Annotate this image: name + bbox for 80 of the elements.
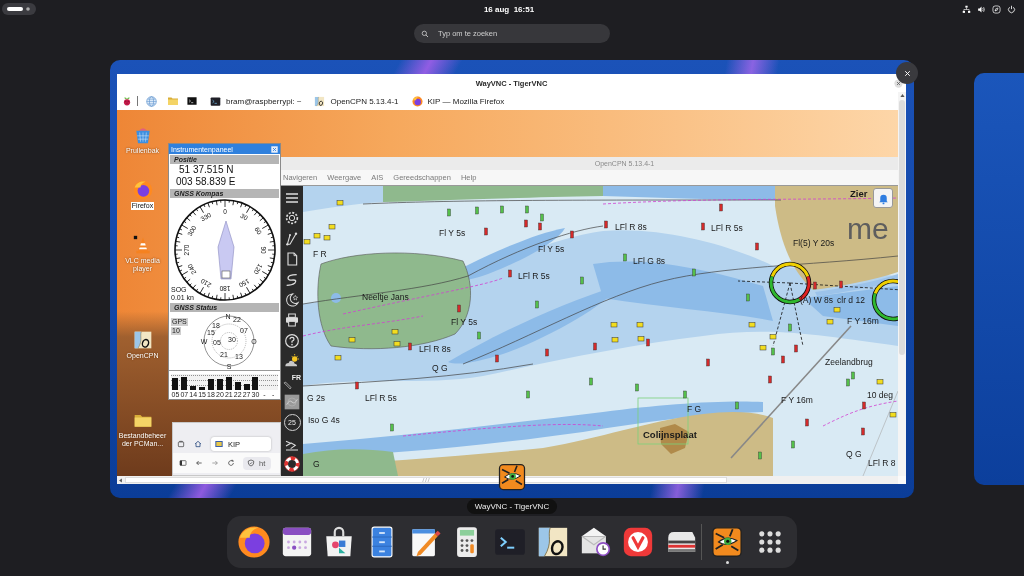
globe-flame-icon[interactable] (237, 525, 271, 559)
signal-track (259, 374, 269, 390)
settings-icon[interactable] (284, 210, 300, 227)
leaf-icon[interactable] (992, 4, 1001, 14)
shield-icon (247, 459, 255, 467)
map-label: Zier (850, 189, 868, 199)
globe-flame-icon (411, 95, 423, 107)
terminal-icon (210, 95, 221, 107)
map-label: Iso G 4s (308, 415, 340, 425)
globe-flame-icon[interactable] (132, 180, 153, 200)
workspace-indicator-icon[interactable] (2, 3, 36, 15)
map-label: Q G (432, 363, 448, 373)
taskbar-button[interactable]: OpenCPN 5.13.4-1 (314, 95, 399, 107)
map-label: LFl R 8 (868, 458, 896, 468)
map-label: F R (313, 249, 327, 259)
longitude-value: 003 58.839 E (175, 176, 237, 188)
close-icon (902, 68, 912, 78)
volume-icon[interactable] (977, 4, 986, 14)
map-label: clr d 12 (837, 295, 865, 305)
search-icon (421, 29, 429, 38)
map-label: 10 deg (867, 390, 893, 400)
horizontal-scrollbar[interactable] (117, 476, 898, 484)
map-label: LFl G 8s (633, 256, 666, 266)
map-label: F Y 16m (781, 395, 813, 405)
taskbar-button[interactable]: KIP — Mozilla Firefox (411, 95, 505, 107)
taskbar-button[interactable]: bram@raspberrypi: ~ (210, 95, 302, 107)
favicon-icon (215, 440, 223, 448)
map-label: Colijnsplaat (643, 430, 697, 440)
network-icon[interactable] (962, 4, 971, 14)
chart-icon[interactable] (132, 330, 153, 350)
map-label: (A) W 8s (800, 295, 834, 305)
power-icon[interactable] (1007, 4, 1016, 14)
back-icon[interactable] (195, 459, 203, 467)
menu-icon[interactable] (284, 190, 300, 206)
tab-list-icon[interactable] (177, 440, 185, 448)
map-label: LFl R 5s (518, 271, 550, 281)
graph-tile-icon[interactable] (284, 393, 300, 410)
terminal-icon[interactable] (187, 96, 197, 106)
notification-button[interactable] (873, 188, 893, 208)
route-icon[interactable] (284, 230, 300, 247)
map-label: G (313, 459, 320, 469)
map-label: Fl(5) Y 20s (793, 238, 835, 248)
document-icon[interactable] (284, 251, 300, 268)
help-icon[interactable] (284, 332, 300, 349)
map-label: Fl Y 5s (439, 228, 466, 238)
map-label: F G (687, 404, 702, 414)
traffic-cone-icon[interactable] (132, 235, 153, 255)
map-label: LFl R 5s (365, 393, 397, 403)
map-label: Fl Y 5s (538, 244, 565, 254)
home-icon[interactable] (194, 440, 202, 448)
scroll-arrow-icon[interactable] (898, 92, 906, 99)
printer-icon[interactable] (284, 312, 300, 329)
map-label: LFl R 5s (711, 223, 743, 233)
sidebar-icon[interactable] (179, 459, 187, 467)
map-label: me (847, 214, 889, 244)
map-label: Zeelandbrug (825, 357, 873, 367)
curve-icon[interactable] (284, 271, 300, 288)
ruler-icon (283, 380, 292, 390)
tooltip: WayVNC - TigerVNC (466, 499, 558, 514)
scroll-arrow-icon[interactable] (117, 476, 124, 484)
raspberry-icon[interactable] (122, 96, 132, 106)
tiger-eye-icon[interactable] (710, 525, 745, 559)
close-button[interactable] (896, 62, 918, 84)
grip-icon[interactable] (420, 478, 432, 482)
latitude-value: 51 37.515 N (178, 164, 235, 176)
map-label: Q G (846, 449, 862, 459)
chart-icon (314, 95, 326, 107)
map-label: LFl R 8s (615, 222, 647, 232)
signal-track (268, 374, 278, 390)
vertical-scrollbar[interactable] (898, 92, 906, 476)
tiger-eye-icon (497, 462, 527, 492)
moon-star-icon[interactable] (284, 291, 300, 308)
map-label: G 2s (307, 393, 325, 403)
clock[interactable]: 16 aug 16:51 (483, 4, 535, 14)
map-label: Neeltje Jans (362, 292, 409, 302)
map-label: LFl R 8s (419, 344, 451, 354)
lifebuoy-icon[interactable] (284, 456, 300, 473)
compass-needle (217, 220, 235, 280)
map-label: F Y 16m (847, 316, 879, 326)
reload-icon[interactable] (227, 459, 235, 467)
